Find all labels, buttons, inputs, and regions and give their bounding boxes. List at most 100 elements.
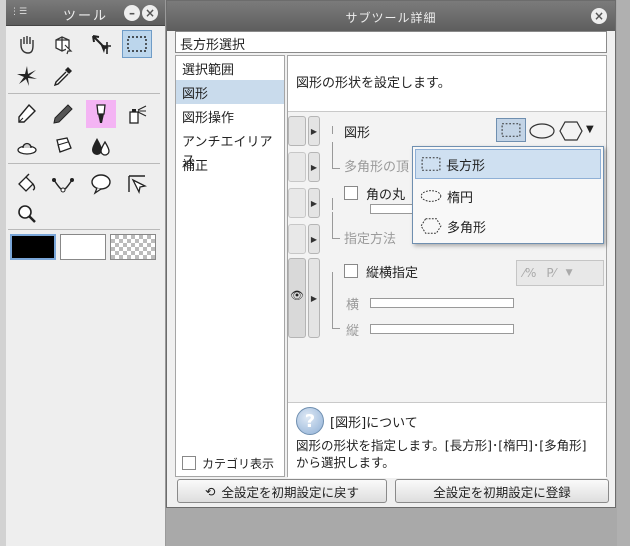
panel-edge: [0, 0, 6, 546]
airbrush-icon[interactable]: [122, 100, 152, 128]
right-edge-strip: [617, 0, 630, 546]
aspect-label: 縦横指定: [366, 266, 419, 281]
polygon-vertex-label: 多角形の頂: [344, 160, 410, 175]
category-item[interactable]: 図形操作: [176, 104, 284, 128]
aspect-pixel-icon: P⁄: [546, 266, 556, 280]
rectangle-shape-icon[interactable]: [496, 118, 526, 142]
selection-icon[interactable]: [122, 30, 152, 58]
pencil-icon[interactable]: [48, 100, 78, 128]
category-toggle[interactable]: カテゴリ表示: [176, 450, 284, 476]
category-item-selected[interactable]: 図形: [176, 80, 284, 104]
dropdown-item-label: 長方形: [446, 158, 486, 174]
reset-settings-label: 全設定を初期設定に戻す: [221, 484, 359, 500]
aspect-checkbox[interactable]: [344, 264, 358, 278]
sub-tool-detail-window: サブツール詳細 × 長方形選択 選択範囲 図形 図形操作 アンチエイリアス 補正…: [166, 0, 616, 508]
tree-line: [332, 198, 333, 210]
dropdown-item-polygon[interactable]: 多角形: [415, 211, 601, 241]
property-side-tab[interactable]: [288, 116, 306, 146]
dropdown-item-label: 楕円: [447, 190, 474, 206]
property-side-tab[interactable]: [288, 152, 306, 182]
hand-icon[interactable]: [12, 30, 42, 58]
width-slider[interactable]: [370, 298, 514, 308]
tree-line: [332, 328, 340, 329]
aspect-mode-button[interactable]: ⁄% P⁄ ▼: [516, 260, 604, 286]
register-settings-button[interactable]: 全設定を初期設定に登録: [395, 479, 609, 503]
property-side-tab[interactable]: [288, 224, 306, 254]
tree-line: [332, 272, 333, 328]
tree-line: [332, 168, 340, 169]
category-toggle-label: カテゴリ表示: [202, 456, 275, 471]
tree-line: [332, 142, 333, 168]
sparkle-icon[interactable]: [12, 62, 42, 90]
pen-icon[interactable]: [12, 100, 42, 128]
blend-icon[interactable]: [12, 132, 42, 160]
shape-dropdown-arrow-icon[interactable]: ▼: [586, 124, 594, 135]
tree-line: [332, 126, 333, 134]
eyedropper-icon[interactable]: [48, 62, 78, 90]
category-toggle-checkbox[interactable]: [182, 456, 196, 470]
category-list: 選択範囲 図形 図形操作 アンチエイリアス 補正 カテゴリ表示: [175, 55, 285, 477]
aspect-fixed-icon: ⁄%: [523, 266, 537, 280]
ruler-icon[interactable]: [48, 170, 78, 198]
shape-dropdown-menu: 長方形 楕円 多角形: [412, 146, 604, 244]
height-label: 縦: [346, 324, 360, 339]
help-icon: ?: [296, 407, 324, 435]
expand-arrow-icon[interactable]: ▶: [308, 258, 320, 338]
sub-color-swatch[interactable]: [60, 234, 106, 260]
tool-panel: ⋮☰ ツール – ×: [0, 0, 166, 546]
rectangle-icon: [421, 157, 441, 171]
specify-method-label: 指定方法: [344, 232, 397, 247]
property-side-tab[interactable]: [288, 188, 306, 218]
object-icon[interactable]: [48, 30, 78, 58]
category-description: 図形の形状を設定します。: [288, 56, 606, 112]
polygon-icon: [420, 218, 442, 234]
category-item[interactable]: アンチエイリアス: [176, 128, 284, 169]
minimize-icon[interactable]: –: [124, 5, 140, 21]
line-icon[interactable]: [122, 170, 152, 198]
tree-line: [332, 238, 340, 239]
height-slider[interactable]: [370, 324, 514, 334]
about-section: ? [図形]について 図形の形状を指定します。[長方形]･[楕円]･[多角形]か…: [288, 402, 606, 478]
dropdown-item-ellipse[interactable]: 楕円: [415, 181, 601, 211]
polygon-shape-icon[interactable]: [558, 120, 584, 145]
visibility-side-tab[interactable]: 👁: [288, 258, 306, 338]
corner-round-label: 角の丸: [366, 188, 406, 203]
main-color-swatch[interactable]: [10, 234, 56, 260]
tool-group-2: [8, 98, 160, 164]
about-body: 図形の形状を指定します。[長方形]･[楕円]･[多角形]から選択します。: [296, 438, 587, 470]
sub-tool-detail-title: サブツール詳細: [345, 11, 437, 25]
reset-settings-button[interactable]: ⟲ 全設定を初期設定に戻す: [177, 479, 387, 503]
shape-label: 図形: [344, 126, 371, 141]
about-title: [図形]について: [330, 415, 418, 431]
corner-round-checkbox[interactable]: [344, 186, 358, 200]
tool-group-1: [8, 28, 160, 94]
category-item[interactable]: 選択範囲: [176, 56, 284, 80]
fill-icon[interactable]: [86, 132, 116, 160]
bucket-icon[interactable]: [12, 170, 42, 198]
category-item[interactable]: 補正: [176, 152, 284, 176]
dropdown-item-rectangle[interactable]: 長方形: [415, 149, 601, 179]
dropdown-item-label: 多角形: [447, 220, 487, 236]
corner-round-slider[interactable]: [370, 204, 414, 214]
expand-arrow-icon[interactable]: ▶: [308, 224, 320, 254]
ellipse-icon: [420, 190, 442, 202]
move-icon[interactable]: [86, 30, 116, 58]
register-settings-label: 全設定を初期設定に登録: [433, 484, 571, 500]
expand-arrow-icon[interactable]: ▶: [308, 116, 320, 146]
zoom-icon[interactable]: [12, 200, 42, 228]
brush-icon[interactable]: [86, 100, 116, 128]
aspect-dropdown-arrow-icon: ▼: [565, 268, 573, 278]
balloon-icon[interactable]: [86, 170, 116, 198]
close-icon[interactable]: ×: [591, 8, 607, 24]
transparent-color-swatch[interactable]: [110, 234, 156, 260]
expand-arrow-icon[interactable]: ▶: [308, 152, 320, 182]
eraser-icon[interactable]: [48, 132, 78, 160]
expand-arrow-icon[interactable]: ▶: [308, 188, 320, 218]
tool-panel-titlebar: ⋮☰ ツール – ×: [6, 0, 165, 26]
tree-line: [332, 212, 333, 238]
ellipse-shape-icon[interactable]: [528, 122, 556, 143]
property-pane: 図形の形状を設定します。 ▶ 図形 ▼ ▶ 多角形の頂 ▶ 角の丸 ▶ 指定方法…: [287, 55, 607, 478]
width-label: 横: [346, 298, 360, 313]
close-icon[interactable]: ×: [142, 5, 158, 21]
tool-panel-title: ツール: [62, 9, 108, 24]
